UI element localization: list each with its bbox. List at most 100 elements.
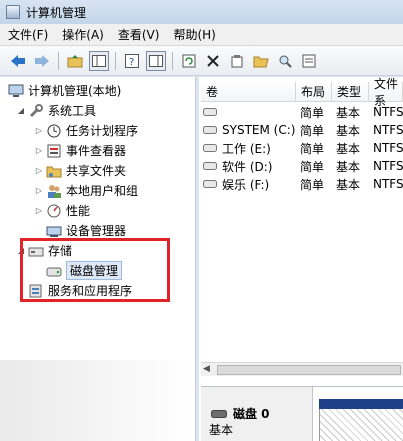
delete-icon[interactable] <box>203 51 223 71</box>
drive-icon <box>203 159 219 173</box>
disk-icon <box>211 407 227 421</box>
folder-up-icon[interactable] <box>65 51 85 71</box>
menu-view[interactable]: 查看(V) <box>118 26 160 43</box>
menu-help[interactable]: 帮助(H) <box>173 26 215 43</box>
tree-item-label: 磁盘管理 <box>66 261 123 280</box>
volume-layout: 简单 <box>300 159 325 174</box>
column-header-type[interactable]: 类型 <box>332 82 369 102</box>
tree-item-local-users[interactable]: ▷ 本地用户和组 <box>34 181 138 200</box>
disk-management-icon <box>46 263 62 279</box>
tree-item-label: 计算机管理(本地) <box>28 84 122 98</box>
drive-icon <box>203 141 219 155</box>
partition-header-bar <box>319 399 403 409</box>
table-row[interactable]: 工作 (E:) <box>203 139 271 157</box>
toolbar-separator <box>58 51 59 70</box>
volume-type: 基本 <box>336 123 361 138</box>
tree-item-label: 性能 <box>66 204 91 218</box>
expanded-arrow-icon[interactable]: ◢ <box>16 246 26 255</box>
toolbar-separator <box>115 51 116 70</box>
tools-icon <box>28 103 44 119</box>
volume-type: 基本 <box>336 177 361 192</box>
table-row[interactable]: SYSTEM (C:) <box>203 121 295 139</box>
collapsed-arrow-icon[interactable]: ▷ <box>34 166 44 175</box>
scroll-left-icon[interactable]: ◀ <box>203 364 210 374</box>
storage-icon <box>28 243 44 259</box>
tree-item-label: 共享文件夹 <box>66 164 127 178</box>
services-icon <box>28 283 44 299</box>
horizontal-scrollbar[interactable]: ◀ <box>201 362 403 376</box>
svg-text:?: ? <box>129 57 134 68</box>
volume-type: 基本 <box>336 105 361 120</box>
show-tree-icon[interactable] <box>89 50 109 71</box>
scrollbar-thumb[interactable] <box>217 365 401 375</box>
help-icon[interactable]: ? <box>122 51 142 71</box>
tree-item-label: 系统工具 <box>48 104 97 118</box>
menu-action[interactable]: 操作(A) <box>62 26 104 43</box>
refresh-icon[interactable] <box>179 51 199 71</box>
partition-block[interactable] <box>319 409 403 441</box>
search-icon[interactable] <box>275 51 295 71</box>
disk-label-panel[interactable]: 磁盘 0 基本 <box>201 387 313 441</box>
background-blur <box>0 360 196 441</box>
tree-item-shared-folders[interactable]: ▷ 共享文件夹 <box>34 161 126 180</box>
table-row[interactable]: 软件 (D:) <box>203 157 272 175</box>
forward-arrow-icon[interactable] <box>32 51 52 71</box>
volume-name: 工作 (E:) <box>222 141 271 156</box>
collapsed-arrow-icon[interactable]: ▷ <box>34 146 44 155</box>
menu-file[interactable]: 文件(F) <box>8 26 48 43</box>
volume-layout: 简单 <box>300 123 325 138</box>
window-title: 计算机管理 <box>26 5 87 20</box>
disk-graphical-view: 磁盘 0 基本 <box>201 386 403 441</box>
shared-folder-icon <box>46 163 62 179</box>
volume-layout: 简单 <box>300 141 325 156</box>
volume-name: 软件 (D:) <box>222 159 273 174</box>
console-tree: 计算机管理(本地) ◢ 系统工具 ▷ 任务计划程序 ▷ 事件查看器 ▷ 共享文件… <box>0 77 196 441</box>
expanded-arrow-icon[interactable]: ◢ <box>16 106 26 115</box>
collapsed-arrow-icon[interactable]: ▷ <box>34 126 44 135</box>
collapsed-arrow-icon[interactable]: ▷ <box>34 186 44 195</box>
toolbar-separator <box>172 51 173 70</box>
table-row[interactable] <box>203 103 222 121</box>
computer-icon <box>8 83 24 99</box>
tree-item-label: 服务和应用程序 <box>48 284 133 298</box>
toolbar: ? <box>0 46 403 76</box>
tree-item-disk-management[interactable]: 磁盘管理 <box>46 261 123 280</box>
collapsed-arrow-icon[interactable]: ▷ <box>34 206 44 215</box>
tree-item-services-apps[interactable]: 服务和应用程序 <box>28 281 132 300</box>
tree-item-root[interactable]: 计算机管理(本地) <box>8 81 121 100</box>
tree-item-label: 设备管理器 <box>66 224 127 238</box>
tree-item-storage[interactable]: ◢ 存储 <box>16 241 72 260</box>
show-pane-icon[interactable] <box>146 50 166 71</box>
volume-filesystem: NTFS <box>373 177 403 191</box>
volume-layout: 简单 <box>300 177 325 192</box>
tree-item-label: 任务计划程序 <box>66 124 139 138</box>
tree-item-system-tools[interactable]: ◢ 系统工具 <box>16 101 96 120</box>
table-row[interactable]: 娱乐 (F:) <box>203 175 269 193</box>
export-icon[interactable] <box>299 51 319 71</box>
clock-icon <box>46 123 62 139</box>
open-folder-icon[interactable] <box>251 51 271 71</box>
tree-item-event-viewer[interactable]: ▷ 事件查看器 <box>34 141 126 160</box>
volume-filesystem: NTFS <box>373 141 403 155</box>
tree-item-label: 事件查看器 <box>66 144 127 158</box>
device-manager-icon <box>46 223 62 239</box>
volume-layout: 简单 <box>300 105 325 120</box>
properties-icon[interactable] <box>227 51 247 71</box>
column-header-filesystem[interactable]: 文件系 <box>369 77 403 108</box>
column-header-volume[interactable]: 卷 <box>201 82 296 102</box>
drive-icon <box>203 105 219 119</box>
volume-type: 基本 <box>336 159 361 174</box>
back-arrow-icon[interactable] <box>8 51 28 71</box>
volume-filesystem: NTFS <box>373 123 403 137</box>
tree-item-performance[interactable]: ▷ 性能 <box>34 201 90 220</box>
drive-icon <box>203 177 219 191</box>
menu-bar: 文件(F) 操作(A) 查看(V) 帮助(H) <box>0 24 403 46</box>
volume-filesystem: NTFS <box>373 105 403 119</box>
tree-item-task-scheduler[interactable]: ▷ 任务计划程序 <box>34 121 138 140</box>
computer-management-icon <box>6 5 20 19</box>
title-bar: 计算机管理 <box>0 0 403 24</box>
column-header-layout[interactable]: 布局 <box>296 82 332 102</box>
event-viewer-icon <box>46 143 62 159</box>
tree-item-device-manager[interactable]: 设备管理器 <box>46 221 126 240</box>
disk-type: 基本 <box>209 423 234 437</box>
